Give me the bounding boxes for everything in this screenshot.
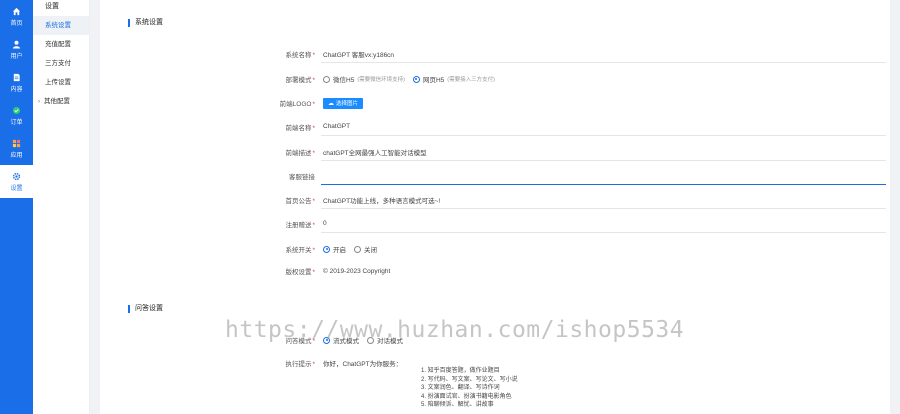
logo-label: 前端LOGO: [279, 101, 312, 108]
deploy-mode-row: 部署模式* 微信H5 (需要微信环境支持) 网页H5 (需要接入三方支付): [100, 70, 890, 88]
nav-content[interactable]: 内容: [0, 66, 33, 99]
frontend-desc-input[interactable]: chatGPT全网最强人工智能对话模型: [321, 143, 886, 161]
frontend-name-row: 前端名称* ChatGPT: [100, 118, 890, 136]
nav-home[interactable]: 首页: [0, 0, 33, 33]
service-link-row: 客服链接: [100, 167, 890, 185]
prompt-intro[interactable]: 你好，ChatGPT为你服务：: [323, 354, 402, 372]
prompt-label: 执行提示: [285, 361, 312, 368]
user-icon: [12, 40, 21, 49]
nav-users-label: 用户: [10, 53, 23, 60]
copyright-row: 版权设置* © 2019-2023 Copyright: [100, 262, 890, 280]
nav-users[interactable]: 用户: [0, 33, 33, 66]
nav-orders[interactable]: 订单: [0, 99, 33, 132]
logo-row: 前端LOGO* ☁ 选择图片: [100, 94, 890, 112]
notice-row: 首页公告* ChatGPT功能上线，多种语言模式可选~!: [100, 191, 890, 209]
frontend-desc-row: 前端描述* chatGPT全网最强人工智能对话模型: [100, 143, 890, 161]
site-switch-off-radio[interactable]: 关闭: [354, 244, 377, 254]
deploy-mode-wechat-radio[interactable]: 微信H5 (需要微信环境支持): [323, 74, 405, 84]
site-switch-label: 系统开关: [285, 247, 312, 254]
site-name-input[interactable]: ChatGPT 客服vx:y186cn: [321, 45, 886, 63]
submenu-item-recharge[interactable]: 充值配置: [33, 35, 89, 54]
radio-checked-icon: [323, 245, 330, 253]
prompt-line: 4. 扮演面试官、扮演书籍电影角色: [421, 393, 512, 400]
prompt-list[interactable]: 1. 知乎百度答题，做作业题目 2. 写代码、写文案、写论文、写小说 3. 文案…: [421, 367, 518, 410]
nav-apps[interactable]: 应用: [0, 132, 33, 165]
choose-image-button[interactable]: ☁ 选择图片: [323, 97, 364, 109]
nav-content-label: 内容: [10, 86, 23, 93]
notice-input[interactable]: ChatGPT功能上线，多种语言模式可选~!: [321, 191, 886, 209]
register-gift-input[interactable]: 0: [321, 215, 886, 233]
settings-submenu: 设置 系统设置 充值配置 三方支付 上传设置 › 其他配置: [33, 0, 90, 414]
cloud-upload-icon: ☁: [328, 100, 334, 107]
main-content: 系统设置 系统名称* ChatGPT 客服vx:y186cn 部署模式* 微信H…: [90, 0, 900, 414]
site-switch-row: 系统开关* 开启 关闭: [100, 240, 890, 258]
qa-section-title: 问答设置: [128, 305, 163, 313]
prompt-line: 5. 陪聊倾诉、解忧、讲故事: [421, 402, 494, 408]
radio-icon: [354, 245, 361, 253]
radio-checked-icon: [412, 75, 420, 83]
nav-apps-label: 应用: [10, 152, 23, 159]
submenu-group-label: 其他配置: [44, 98, 70, 105]
submenu-group-other[interactable]: › 其他配置: [33, 92, 89, 111]
submenu-item-payment[interactable]: 三方支付: [33, 54, 89, 73]
copyright-value[interactable]: © 2019-2023 Copyright: [323, 262, 390, 280]
frontend-desc-label: 前端描述: [285, 150, 312, 157]
nav-orders-label: 订单: [10, 119, 23, 126]
apps-icon: [12, 139, 21, 148]
prompt-line: 3. 文案润色、翻译、写诗作词: [421, 385, 500, 391]
order-icon: [12, 106, 21, 115]
prompt-line: 1. 知乎百度答题，做作业题目: [421, 368, 500, 374]
watermark-text: https://www.huzhan.com/ishop5534: [225, 317, 685, 343]
site-name-label: 系统名称: [285, 52, 312, 59]
register-gift-label: 注册赠送: [285, 222, 312, 229]
frontend-name-input[interactable]: ChatGPT: [321, 118, 886, 136]
notice-label: 首页公告: [285, 198, 312, 205]
service-link-input[interactable]: [321, 167, 886, 185]
document-icon: [12, 73, 21, 82]
site-switch-on-radio[interactable]: 开启: [323, 244, 346, 254]
site-name-row: 系统名称* ChatGPT 客服vx:y186cn: [100, 45, 890, 63]
deploy-mode-label: 部署模式: [285, 77, 312, 84]
home-icon: [12, 7, 21, 16]
settings-panel: 系统设置 系统名称* ChatGPT 客服vx:y186cn 部署模式* 微信H…: [100, 0, 890, 414]
submenu-item-system[interactable]: 系统设置: [33, 16, 89, 35]
radio-icon: [323, 75, 330, 83]
main-nav-rail: 首页 用户 内容 订单 应用 设置: [0, 0, 33, 414]
nav-settings[interactable]: 设置: [0, 165, 33, 198]
register-gift-row: 注册赠送* 0: [100, 215, 890, 233]
gear-icon: [12, 172, 21, 181]
service-link-label: 客服链接: [289, 174, 315, 181]
prompt-line: 2. 写代码、写文案、写论文、写小说: [421, 376, 518, 383]
nav-home-label: 首页: [10, 20, 23, 27]
system-section-title: 系统设置: [128, 19, 163, 27]
frontend-name-label: 前端名称: [285, 125, 312, 132]
deploy-mode-web-radio[interactable]: 网页H5 (需要接入三方支付): [412, 74, 495, 84]
nav-settings-label: 设置: [10, 185, 23, 192]
submenu-title: 设置: [45, 3, 59, 10]
copyright-label: 版权设置: [285, 269, 312, 276]
submenu-item-upload[interactable]: 上传设置: [33, 73, 89, 92]
